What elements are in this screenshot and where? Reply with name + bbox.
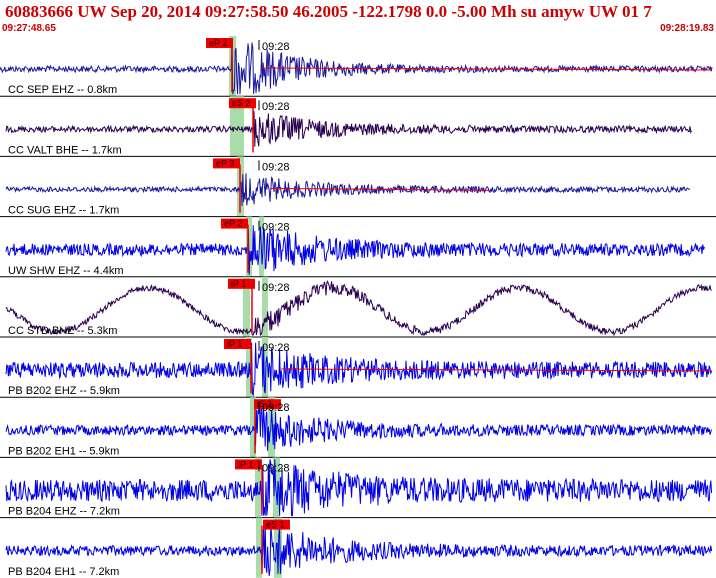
minute-tick-label: 09:28 — [262, 282, 290, 294]
station-label: CC VALT BHE -- 1.7km — [8, 144, 122, 156]
waveform — [5, 406, 713, 451]
trace-panel[interactable]: iS 109:28PB B202 EH1 -- 5.9km — [0, 397, 716, 458]
window-end-time: 09:28:19.83 — [660, 23, 714, 34]
phase-pick-flag[interactable]: eS 2 — [229, 98, 256, 109]
minute-tick-label: 09:28 — [262, 161, 290, 173]
station-label: CC SUG EHZ -- 1.7km — [8, 205, 119, 217]
seismogram-panel[interactable]: eP 2 09:28 CC SEP EHZ -- 0.8km eS 2 09:28 CC … — [0, 36, 716, 578]
trace-panel[interactable]: eP 3 09:28 CC SUG EHZ -- 1.7km — [0, 156, 716, 218]
station-label: PB B202 EHZ -- 5.9km — [8, 385, 120, 397]
phase-pick-flag[interactable]: iP 1 — [224, 339, 251, 349]
station-label: CC STD BHZ -- 5.3km — [8, 325, 117, 337]
pick-flag-label: iP 1 — [227, 339, 242, 349]
trace-panel[interactable]: iP 1 09:28 PB B204 EHZ -- 7.2km — [0, 457, 716, 519]
pick-flag-label: iP 1 — [238, 459, 253, 469]
station-label: CC SEP EHZ -- 0.8km — [8, 84, 117, 96]
trace-panel[interactable]: eS 2 09:28 CC VALT BHE -- 1.7km — [0, 96, 716, 157]
station-label: PB B202 EH1 -- 5.9km — [8, 445, 119, 457]
pick-flag-label: eP 3 — [216, 158, 234, 168]
minute-tick-label: 09:28 — [262, 101, 290, 113]
phase-pick-flag[interactable]: iP 1 — [235, 459, 262, 470]
minute-tick-label: 09:28 — [262, 342, 290, 354]
phase-pick-flag[interactable]: eP 2 — [221, 218, 248, 229]
phase-pick-flag[interactable]: eP 3 — [213, 158, 240, 169]
minute-tick-label: 09:28 — [262, 402, 290, 414]
pick-flag-label: eP 2 — [224, 219, 242, 229]
event-title: 60883666 UW Sep 20, 2014 09:27:58.50 46.… — [5, 2, 652, 21]
phase-pick-flag[interactable]: eS 1 — [263, 519, 290, 530]
minute-tick-label: 09:28 — [262, 41, 290, 53]
station-label: UW SHW EHZ -- 4.4km — [8, 265, 124, 277]
trace-panel[interactable]: eS 1 PB B204 EH1 -- 7.2km — [5, 517, 713, 578]
window-start-time: 09:27:48.65 — [2, 23, 56, 34]
trace-panel[interactable]: iP 1 09:28 CC STD BHZ -- 5.3km — [0, 276, 716, 338]
minute-tick-label: 09:28 — [262, 222, 290, 234]
trace-panel[interactable]: iP 1 09:28 PB B202 EHZ -- 5.9km — [0, 337, 716, 398]
pick-flag-label: eS 2 — [232, 98, 251, 108]
phase-pick-flag[interactable]: iP 1 — [228, 278, 255, 289]
pick-flag-label: eS 1 — [266, 520, 285, 530]
phase-pick-flag[interactable]: eP 2 — [206, 38, 233, 48]
trace-canvas[interactable]: eP 2 09:28 CC SEP EHZ -- 0.8km eS 2 09:28 CC … — [0, 36, 716, 578]
trace-panel[interactable]: eP 2 09:28 CC SEP EHZ -- 0.8km — [0, 36, 716, 97]
pick-flag-label: eP 2 — [209, 38, 227, 48]
pick-flag-label: iP 1 — [231, 279, 246, 289]
event-header: 60883666 UW Sep 20, 2014 09:27:58.50 46.… — [0, 0, 716, 36]
station-label: PB B204 EHZ -- 7.2km — [8, 506, 120, 518]
waveform — [5, 111, 693, 147]
minute-tick-label: 09:28 — [262, 462, 290, 474]
trace-panel[interactable]: eP 2 09:28 UW SHW EHZ -- 4.4km — [0, 216, 716, 278]
station-label: PB B204 EH1 -- 7.2km — [8, 566, 119, 578]
